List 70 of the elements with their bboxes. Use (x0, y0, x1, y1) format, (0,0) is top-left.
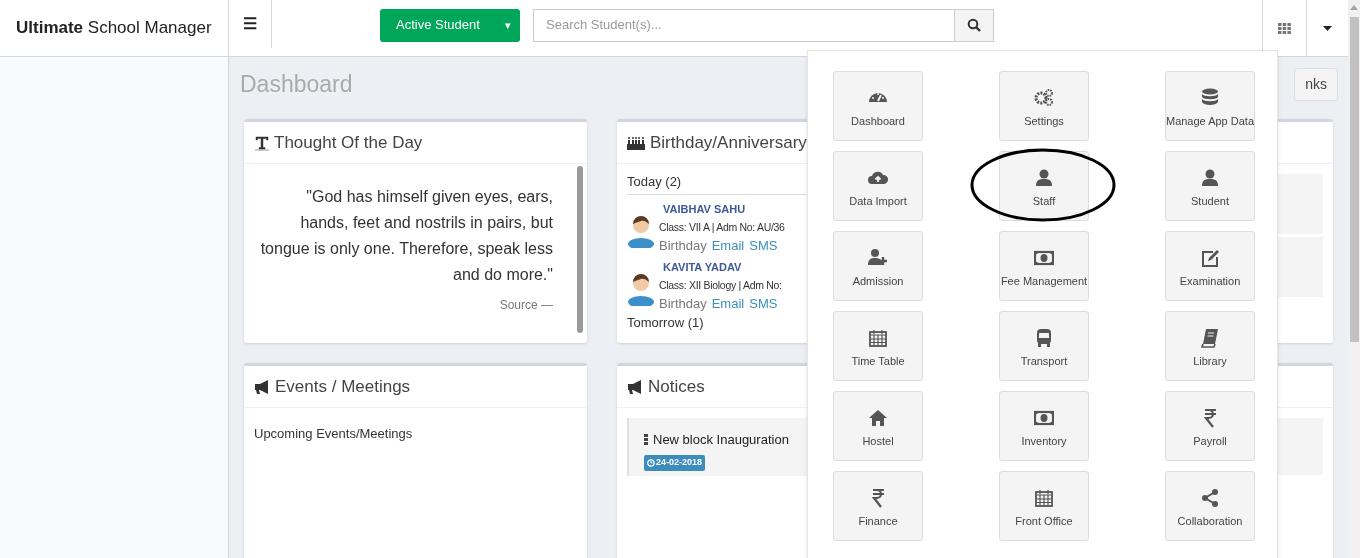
quote-text: "God has himself given eyes, ears, hands, feet and nostrils in pairs, but tongue is only one. Therefore, speak less and do more." (259, 187, 553, 285)
search-icon (967, 18, 981, 32)
contact-link[interactable]: SMS (749, 296, 778, 311)
person-name[interactable]: VAIBHAV SAHU (663, 202, 785, 217)
app-tile[interactable]: Transport (999, 311, 1089, 381)
bus-icon (1034, 328, 1054, 348)
date-badge: 24-02-2018 (644, 454, 706, 471)
quote-source: Source — (499, 297, 553, 314)
occasion-label: Birthday (659, 296, 707, 311)
brand-title[interactable]: Ultimate School Manager (16, 15, 212, 41)
card-title: Events / Meetings (275, 375, 411, 398)
scrollbar-thumb[interactable] (1349, 17, 1359, 342)
menu-icon[interactable]: ☰ (243, 12, 257, 36)
megaphone-icon (254, 379, 271, 394)
section-heading: Today (2) (627, 174, 682, 189)
contact-link[interactable]: Email (711, 296, 745, 311)
list-icon (644, 434, 648, 446)
person-name[interactable]: KAVITA YADAV (663, 260, 782, 275)
app-tile[interactable]: Staff (999, 151, 1089, 221)
book-icon (1200, 328, 1220, 348)
search-button[interactable] (955, 8, 994, 42)
app-tile[interactable]: Hostel (833, 391, 923, 461)
database-icon (1200, 88, 1220, 108)
app-tile[interactable]: Finance (833, 471, 923, 541)
app-tile[interactable]: Dashboard (833, 71, 923, 141)
contact-link[interactable]: SMS (749, 238, 778, 253)
user-icon (1200, 168, 1220, 188)
app-tile[interactable]: Manage App Data (1165, 71, 1255, 141)
scroll-up-icon (1350, 5, 1358, 10)
megaphone-icon (627, 379, 644, 394)
quick-links-button[interactable]: nks (1294, 67, 1338, 101)
person-details: Class: XII Biology | Adm No: (659, 278, 782, 293)
app-tile[interactable]: Inventory (999, 391, 1089, 461)
app-tile[interactable]: Payroll (1165, 391, 1255, 461)
banknote-icon (1034, 248, 1054, 268)
contact-link[interactable]: Email (711, 238, 745, 253)
occasion-label: Birthday (659, 238, 707, 253)
app-tile[interactable]: Examination (1165, 231, 1255, 301)
text-height-icon (254, 134, 270, 151)
banknote-icon (1034, 408, 1054, 428)
section-heading: Upcoming Events/Meetings (254, 426, 413, 441)
gears-icon (1034, 88, 1054, 108)
edit-icon (1200, 248, 1220, 268)
page-title: Dashboard (240, 69, 353, 99)
card-title: Birthday/Anniversary (650, 131, 807, 154)
caret-icon (1323, 25, 1332, 31)
app-tile[interactable]: Front Office (999, 471, 1089, 541)
grid-icon (1278, 22, 1291, 34)
app-tile[interactable]: Library (1165, 311, 1255, 381)
notice-title[interactable]: New block Inauguration (653, 430, 789, 450)
clock-icon (647, 458, 655, 467)
app-tile[interactable]: Fee Management (999, 231, 1089, 301)
calendar-icon (868, 328, 888, 348)
app-tile[interactable]: Time Table (833, 311, 923, 381)
app-tile[interactable]: Data Import (833, 151, 923, 221)
card-title: Notices (648, 375, 705, 398)
app-tile[interactable]: Student (1165, 151, 1255, 221)
user-plus-icon (868, 248, 888, 268)
app-tile[interactable]: Admission (833, 231, 923, 301)
home-icon (868, 408, 888, 428)
person-details: Class: VII A | Adm No: AU/36 (659, 220, 785, 235)
search-field[interactable]: Search Student(s)... (533, 8, 955, 42)
app-tile[interactable]: Collaboration (1165, 471, 1255, 541)
share-icon (1200, 488, 1220, 508)
cake-icon (627, 135, 645, 150)
app-tile[interactable]: Settings (999, 71, 1089, 141)
section-heading: Tomorrow (1) (627, 315, 704, 330)
card-title: Thought Of the Day (274, 131, 423, 154)
calendar-icon (1034, 488, 1054, 508)
user-icon (1034, 168, 1054, 188)
